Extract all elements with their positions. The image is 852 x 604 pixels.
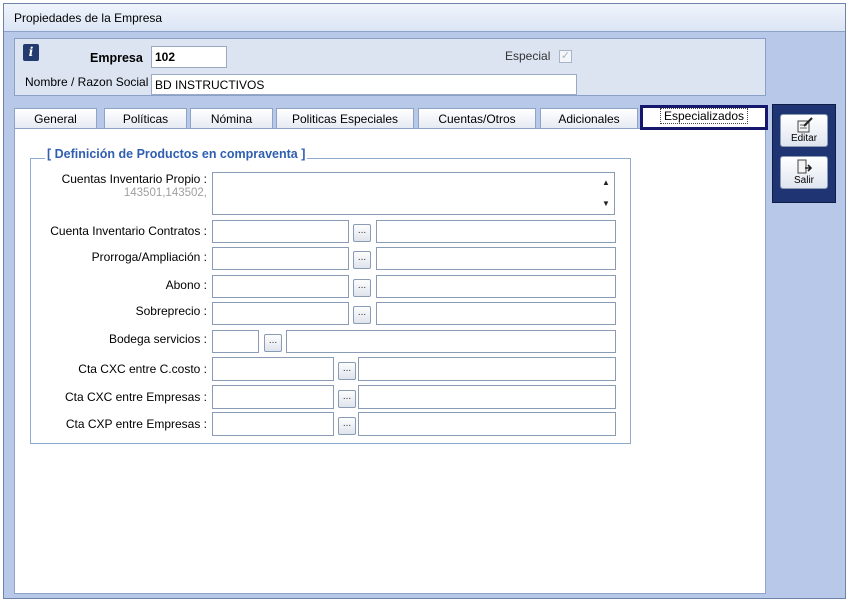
editar-label: Editar: [790, 133, 818, 144]
abono-desc[interactable]: [376, 275, 616, 298]
action-panel: Editar Salir: [772, 104, 836, 203]
inventario-contratos-desc[interactable]: [376, 220, 616, 243]
cxp-empresas-code[interactable]: [212, 412, 334, 436]
exit-icon: [797, 159, 813, 174]
abono-code[interactable]: [212, 275, 349, 298]
bodega-desc[interactable]: [286, 330, 616, 353]
salir-label: Salir: [793, 175, 814, 186]
bodega-label: Bodega servicios :: [108, 332, 207, 346]
cxp-empresas-desc[interactable]: [358, 412, 616, 436]
inventario-propio-hint: 143501,143502,: [123, 187, 207, 199]
tab-politicas-especiales[interactable]: Politicas Especiales: [276, 108, 414, 129]
inventario-propio-label: Cuentas Inventario Propio :: [61, 172, 207, 186]
tab-general[interactable]: General: [14, 108, 97, 129]
cxc-empresas-desc[interactable]: [358, 385, 616, 409]
title-bar: Propiedades de la Empresa: [4, 4, 845, 32]
inventario-contratos-label: Cuenta Inventario Contratos :: [50, 224, 207, 238]
empresa-field[interactable]: 102: [151, 46, 227, 68]
company-header: i Empresa 102 Especial ✓ Nombre / Razon …: [14, 38, 766, 96]
cxc-ccosto-desc[interactable]: [358, 357, 616, 381]
scroll-down-icon[interactable]: ▼: [600, 198, 612, 210]
abono-label: Abono :: [165, 278, 207, 292]
inventario-propio-textarea[interactable]: ▲ ▼: [212, 172, 615, 215]
info-icon[interactable]: i: [23, 44, 39, 61]
empresa-label: Empresa: [90, 51, 143, 65]
tab-strip: General Políticas Nómina Politicas Espec…: [14, 105, 768, 130]
bodega-browse-button[interactable]: ...: [264, 334, 282, 352]
cxc-empresas-browse-button[interactable]: ...: [338, 390, 356, 408]
inventario-contratos-browse-button[interactable]: ...: [353, 224, 371, 242]
cxc-empresas-code[interactable]: [212, 385, 334, 409]
especial-label: Especial: [505, 49, 551, 63]
nombre-label: Nombre / Razon Social: [25, 75, 149, 89]
editar-button[interactable]: Editar: [780, 114, 828, 147]
prorroga-code[interactable]: [212, 247, 349, 270]
salir-button[interactable]: Salir: [780, 156, 828, 189]
tab-especializados-label: Especializados: [659, 108, 749, 124]
tab-nomina[interactable]: Nómina: [190, 108, 273, 129]
prorroga-desc[interactable]: [376, 247, 616, 270]
tab-politicas[interactable]: Políticas: [104, 108, 187, 129]
sobreprecio-browse-button[interactable]: ...: [353, 306, 371, 324]
edit-icon: [797, 117, 813, 133]
prorroga-label: Prorroga/Ampliación :: [91, 250, 207, 264]
cxp-empresas-browse-button[interactable]: ...: [338, 417, 356, 435]
nombre-field[interactable]: BD INSTRUCTIVOS: [151, 74, 577, 95]
scroll-up-icon[interactable]: ▲: [600, 177, 612, 189]
inventario-contratos-code[interactable]: [212, 220, 349, 243]
tab-content: [ Definición de Productos en compraventa…: [14, 128, 766, 594]
cxc-ccosto-browse-button[interactable]: ...: [338, 362, 356, 380]
sobreprecio-code[interactable]: [212, 302, 349, 325]
cxc-ccosto-code[interactable]: [212, 357, 334, 381]
bodega-code[interactable]: [212, 330, 259, 353]
tab-adicionales[interactable]: Adicionales: [540, 108, 638, 129]
cxp-empresas-label: Cta CXP entre Empresas :: [65, 417, 207, 431]
cxc-ccosto-label: Cta CXC entre C.costo :: [78, 362, 207, 376]
sobreprecio-desc[interactable]: [376, 302, 616, 325]
properties-window: Propiedades de la Empresa i Empresa 102 …: [3, 3, 846, 599]
sobreprecio-label: Sobreprecio :: [135, 304, 207, 318]
tab-especializados[interactable]: Especializados: [640, 105, 768, 130]
abono-browse-button[interactable]: ...: [353, 279, 371, 297]
especial-checkbox[interactable]: ✓: [559, 50, 572, 63]
tab-cuentas-otros[interactable]: Cuentas/Otros: [418, 108, 536, 129]
section-title: [ Definición de Productos en compraventa…: [45, 147, 308, 161]
window-title: Propiedades de la Empresa: [14, 11, 163, 25]
cxc-empresas-label: Cta CXC entre Empresas :: [64, 390, 207, 404]
prorroga-browse-button[interactable]: ...: [353, 251, 371, 269]
